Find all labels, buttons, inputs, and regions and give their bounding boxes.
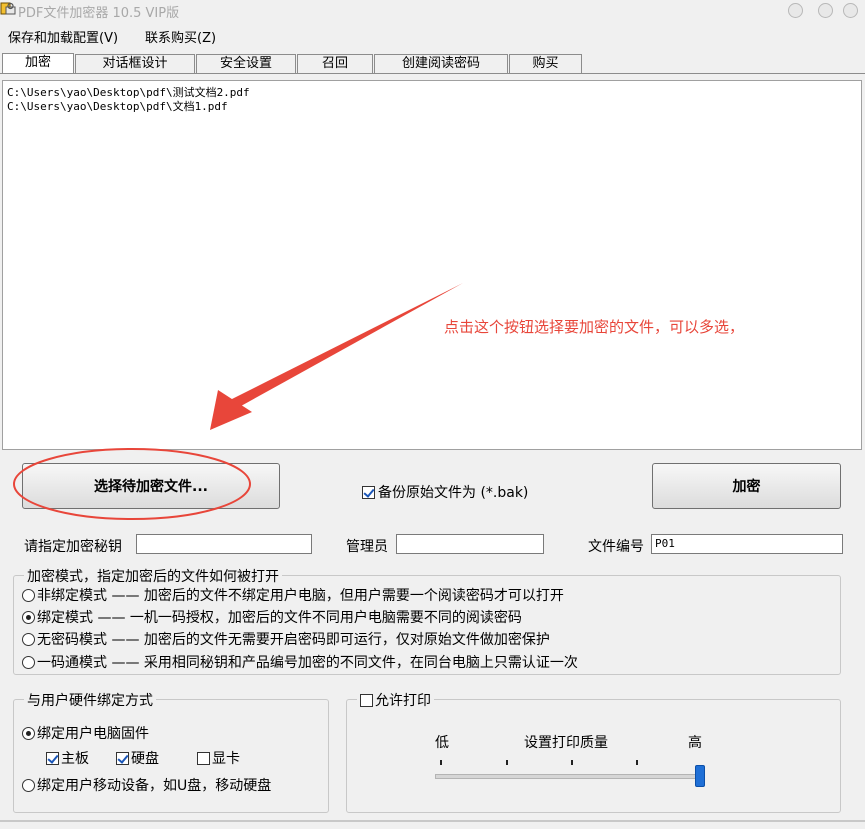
slider-tick [636, 760, 638, 765]
tab-create-read-password[interactable]: 创建阅读密码 [374, 54, 508, 73]
component-label: 显卡 [212, 751, 240, 767]
minimize-button[interactable] [788, 3, 803, 18]
file-list[interactable]: C:\Users\yao\Desktop\pdf\测试文档2.pdf C:\Us… [2, 80, 862, 450]
app-icon [0, 2, 16, 15]
mode-option-label: 非绑定模式 —— 加密后的文件不绑定用户电脑，但用户需要一个阅读密码才可以打开 [37, 588, 564, 604]
allow-print-checkbox[interactable] [360, 693, 373, 707]
bind-mobile-label: 绑定用户移动设备，如U盘，移动硬盘 [37, 778, 272, 794]
secret-key-label: 请指定加密秘钥 [24, 539, 122, 555]
print-group [346, 699, 841, 813]
mode-option-bound[interactable]: 绑定模式 —— 一机一码授权，加密后的文件不同用户电脑需要不同的阅读密码 [22, 607, 522, 627]
encryption-mode-title: 加密模式，指定加密后的文件如何被打开 [24, 566, 282, 586]
print-quality-slider-thumb[interactable] [695, 765, 705, 787]
mode-option-label: 绑定模式 —— 一机一码授权，加密后的文件不同用户电脑需要不同的阅读密码 [37, 610, 522, 626]
tab-bar: 加密 对话框设计 安全设置 召回 创建阅读密码 购买 [0, 53, 865, 74]
bind-firmware-label: 绑定用户电脑固件 [37, 726, 149, 742]
print-quality-slider-track[interactable] [435, 774, 705, 779]
title-bar: PDF文件加密器 10.5 VIP版 [0, 0, 865, 22]
encrypt-label: 加密 [732, 479, 761, 495]
allow-print-label: 允许打印 [375, 693, 431, 709]
component-graphics[interactable]: 显卡 [197, 748, 240, 768]
menu-bar: 保存和加载配置(V) 联系购买(Z) [0, 24, 865, 46]
bind-mobile-radio[interactable] [22, 778, 35, 792]
backup-option[interactable]: 备份原始文件为 (*.bak) [362, 482, 528, 502]
file-list-item[interactable]: C:\Users\yao\Desktop\pdf\文档1.pdf [7, 98, 228, 114]
mode-option-label: 一码通模式 —— 采用相同秘钥和产品编号加密的不同文件，在同台电脑上只需认证一次 [37, 655, 578, 671]
mode-option-no-password[interactable]: 无密码模式 —— 加密后的文件无需要开启密码即可运行，仅对原始文件做加密保护 [22, 629, 550, 649]
maximize-button[interactable] [818, 3, 833, 18]
status-divider [0, 820, 865, 822]
menu-contact-purchase[interactable]: 联系购买(Z) [145, 27, 216, 46]
graphics-checkbox[interactable] [197, 751, 210, 765]
mode-option-label: 无密码模式 —— 加密后的文件无需要开启密码即可运行，仅对原始文件做加密保护 [37, 632, 550, 648]
print-low-label: 低 [435, 735, 449, 751]
tab-purchase[interactable]: 购买 [509, 54, 582, 73]
component-harddisk[interactable]: 硬盘 [116, 748, 159, 768]
print-high-label: 高 [688, 735, 702, 751]
component-label: 硬盘 [131, 751, 159, 767]
hardware-binding-title: 与用户硬件绑定方式 [24, 690, 156, 710]
print-quality-label: 设置打印质量 [524, 735, 608, 751]
close-button[interactable] [843, 3, 858, 18]
tab-security-settings[interactable]: 安全设置 [196, 54, 296, 73]
motherboard-checkbox[interactable] [46, 751, 59, 765]
tab-recall[interactable]: 召回 [297, 54, 373, 73]
tab-divider [0, 73, 865, 74]
slider-tick [571, 760, 573, 765]
allow-print-option[interactable]: 允许打印 [357, 690, 434, 710]
harddisk-checkbox[interactable] [116, 751, 129, 765]
encrypt-button[interactable]: 加密 [652, 463, 841, 509]
admin-label: 管理员 [346, 539, 388, 555]
secret-key-input[interactable] [136, 534, 312, 554]
select-files-button[interactable]: 选择待加密文件... [22, 463, 280, 509]
bind-mobile-option[interactable]: 绑定用户移动设备，如U盘，移动硬盘 [22, 775, 271, 795]
mode-option-one-code[interactable]: 一码通模式 —— 采用相同秘钥和产品编号加密的不同文件，在同台电脑上只需认证一次 [22, 652, 578, 672]
admin-input[interactable] [396, 534, 544, 554]
tab-dialog-design[interactable]: 对话框设计 [75, 54, 195, 73]
window-title: PDF文件加密器 10.5 VIP版 [18, 6, 180, 21]
bind-firmware-option[interactable]: 绑定用户电脑固件 [22, 723, 149, 743]
file-id-label: 文件编号 [588, 539, 644, 555]
component-label: 主板 [61, 751, 89, 767]
mode-radio[interactable] [22, 655, 35, 669]
slider-tick [506, 760, 508, 765]
select-files-label: 选择待加密文件... [94, 479, 208, 495]
mode-option-unbound[interactable]: 非绑定模式 —— 加密后的文件不绑定用户电脑，但用户需要一个阅读密码才可以打开 [22, 585, 564, 605]
slider-tick [440, 760, 442, 765]
mode-radio[interactable] [22, 632, 35, 646]
mode-radio[interactable] [22, 588, 35, 602]
backup-checkbox[interactable] [362, 485, 375, 499]
annotation-text: 点击这个按钮选择要加密的文件，可以多选， [444, 318, 745, 336]
file-id-input[interactable]: P01 [651, 534, 843, 554]
menu-save-load-config[interactable]: 保存和加载配置(V) [8, 27, 118, 46]
tab-encrypt[interactable]: 加密 [2, 53, 74, 74]
bind-firmware-radio[interactable] [22, 726, 35, 740]
backup-label: 备份原始文件为 (*.bak) [378, 485, 529, 501]
component-motherboard[interactable]: 主板 [46, 748, 89, 768]
mode-radio[interactable] [22, 610, 35, 624]
